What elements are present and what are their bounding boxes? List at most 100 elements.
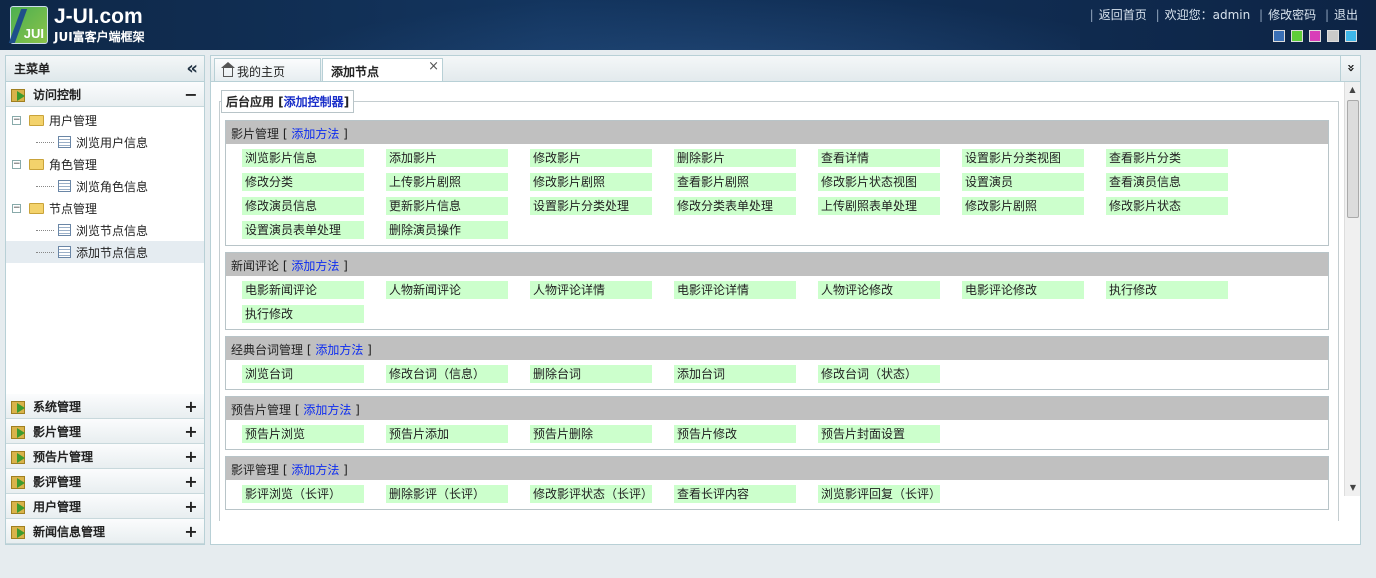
method-item[interactable]: 设置演员 [962,173,1084,191]
method-item[interactable]: 修改影片状态 [1106,197,1228,215]
tree-folder[interactable]: − 节点管理 [6,197,204,219]
method-item[interactable]: 预告片浏览 [242,425,364,443]
theme-swatch[interactable] [1273,30,1285,42]
method-item[interactable]: 电影评论修改 [962,281,1084,299]
collapse-icon[interactable]: − [184,85,198,104]
welcome-link[interactable]: 欢迎您：admin [1165,8,1251,22]
scroll-down-icon[interactable]: ▼ [1345,480,1360,496]
logout-link[interactable]: 退出 [1334,8,1358,22]
home-link[interactable]: 返回首页 [1099,8,1147,22]
accordion-item[interactable]: 用户管理 + [6,494,204,519]
method-item[interactable]: 电影新闻评论 [242,281,364,299]
accordion-item[interactable]: 预告片管理 + [6,444,204,469]
method-item[interactable]: 影评浏览（长评） [242,485,364,503]
method-item[interactable]: 修改影片 [530,149,652,167]
accordion-item[interactable]: 系统管理 + [6,394,204,419]
theme-swatch[interactable] [1327,30,1339,42]
method-item[interactable]: 修改台词（状态） [818,365,940,383]
accordion-access-control[interactable]: 访问控制 − [6,82,204,107]
legend-bracket: ] [343,95,350,109]
expand-icon[interactable]: + [184,422,198,441]
method-item[interactable]: 删除台词 [530,365,652,383]
add-method-link[interactable]: 添加方法 [303,403,351,417]
method-item[interactable]: 设置演员表单处理 [242,221,364,239]
add-method-link[interactable]: 添加方法 [291,127,339,141]
accordion-item[interactable]: 影评管理 + [6,469,204,494]
change-password-link[interactable]: 修改密码 [1268,8,1316,22]
theme-swatch[interactable] [1345,30,1357,42]
method-item[interactable]: 浏览影评回复（长评） [818,485,940,503]
method-item[interactable]: 修改台词（信息） [386,365,508,383]
method-item[interactable]: 添加影片 [386,149,508,167]
method-item[interactable]: 删除影片 [674,149,796,167]
method-item[interactable]: 查看长评内容 [674,485,796,503]
method-item[interactable]: 修改影评状态（长评） [530,485,652,503]
method-item[interactable]: 执行修改 [1106,281,1228,299]
method-item[interactable]: 预告片添加 [386,425,508,443]
theme-swatch[interactable] [1291,30,1303,42]
expand-icon[interactable]: + [184,447,198,466]
tab-add-node[interactable]: 添加节点 × [322,58,443,83]
method-item[interactable]: 人物评论修改 [818,281,940,299]
header-decoration [180,0,1080,50]
method-item[interactable]: 人物评论详情 [530,281,652,299]
expand-icon[interactable]: + [184,522,198,541]
tree-toggle-icon[interactable]: − [12,115,21,125]
method-item[interactable]: 修改分类表单处理 [674,197,796,215]
method-item[interactable]: 删除演员操作 [386,221,508,239]
accordion-item[interactable]: 影片管理 + [6,419,204,444]
tree-label: 浏览节点信息 [76,223,149,238]
close-icon[interactable]: × [428,59,439,74]
method-item[interactable]: 人物新闻评论 [386,281,508,299]
scroll-up-icon[interactable]: ▲ [1345,82,1360,98]
method-item[interactable]: 预告片删除 [530,425,652,443]
method-item[interactable]: 更新影片信息 [386,197,508,215]
add-controller-link[interactable]: 添加控制器 [284,95,344,109]
expand-icon[interactable]: + [184,497,198,516]
method-item[interactable]: 修改分类 [242,173,364,191]
add-method-link[interactable]: 添加方法 [315,343,363,357]
tree-leaf[interactable]: 添加节点信息 [6,241,204,263]
logo: JUI [8,6,48,44]
method-item[interactable]: 浏览影片信息 [242,149,364,167]
method-item[interactable]: 上传影片剧照 [386,173,508,191]
tree-folder[interactable]: − 用户管理 [6,109,204,131]
add-method-link[interactable]: 添加方法 [291,463,339,477]
accordion-item[interactable]: 新闻信息管理 + [6,519,204,544]
expand-icon[interactable]: + [184,472,198,491]
scroll-thumb[interactable] [1347,100,1359,218]
method-item[interactable]: 电影评论详情 [674,281,796,299]
tree-folder[interactable]: − 角色管理 [6,153,204,175]
method-item[interactable]: 预告片封面设置 [818,425,940,443]
add-method-link[interactable]: 添加方法 [291,259,339,273]
theme-swatch[interactable] [1309,30,1321,42]
method-item[interactable]: 添加台词 [674,365,796,383]
group-header: 新闻评论 [ 添加方法 ] [226,253,1328,276]
group-name: 预告片管理 [231,403,292,417]
method-item[interactable]: 上传剧照表单处理 [818,197,940,215]
method-item[interactable]: 查看影片分类 [1106,149,1228,167]
method-item[interactable]: 修改影片剧照 [962,197,1084,215]
method-item[interactable]: 执行修改 [242,305,364,323]
tab-home[interactable]: 我的主页 [214,58,321,82]
method-item[interactable]: 修改演员信息 [242,197,364,215]
method-item[interactable]: 查看影片剧照 [674,173,796,191]
tree-leaf[interactable]: 浏览节点信息 [6,219,204,241]
tab-more-icon[interactable]: » [1340,56,1360,82]
method-item[interactable]: 预告片修改 [674,425,796,443]
tree-toggle-icon[interactable]: − [12,203,21,213]
vertical-scrollbar[interactable]: ▲ ▼ [1344,82,1360,496]
method-item[interactable]: 删除影评（长评） [386,485,508,503]
method-item[interactable]: 修改影片剧照 [530,173,652,191]
method-item[interactable]: 浏览台词 [242,365,364,383]
tree-leaf[interactable]: 浏览用户信息 [6,131,204,153]
method-item[interactable]: 修改影片状态视图 [818,173,940,191]
method-item[interactable]: 设置影片分类处理 [530,197,652,215]
method-item[interactable]: 查看详情 [818,149,940,167]
collapse-sidebar-icon[interactable]: « [186,59,198,78]
tree-toggle-icon[interactable]: − [12,159,21,169]
method-item[interactable]: 查看演员信息 [1106,173,1228,191]
method-item[interactable]: 设置影片分类视图 [962,149,1084,167]
expand-icon[interactable]: + [184,397,198,416]
tree-leaf[interactable]: 浏览角色信息 [6,175,204,197]
